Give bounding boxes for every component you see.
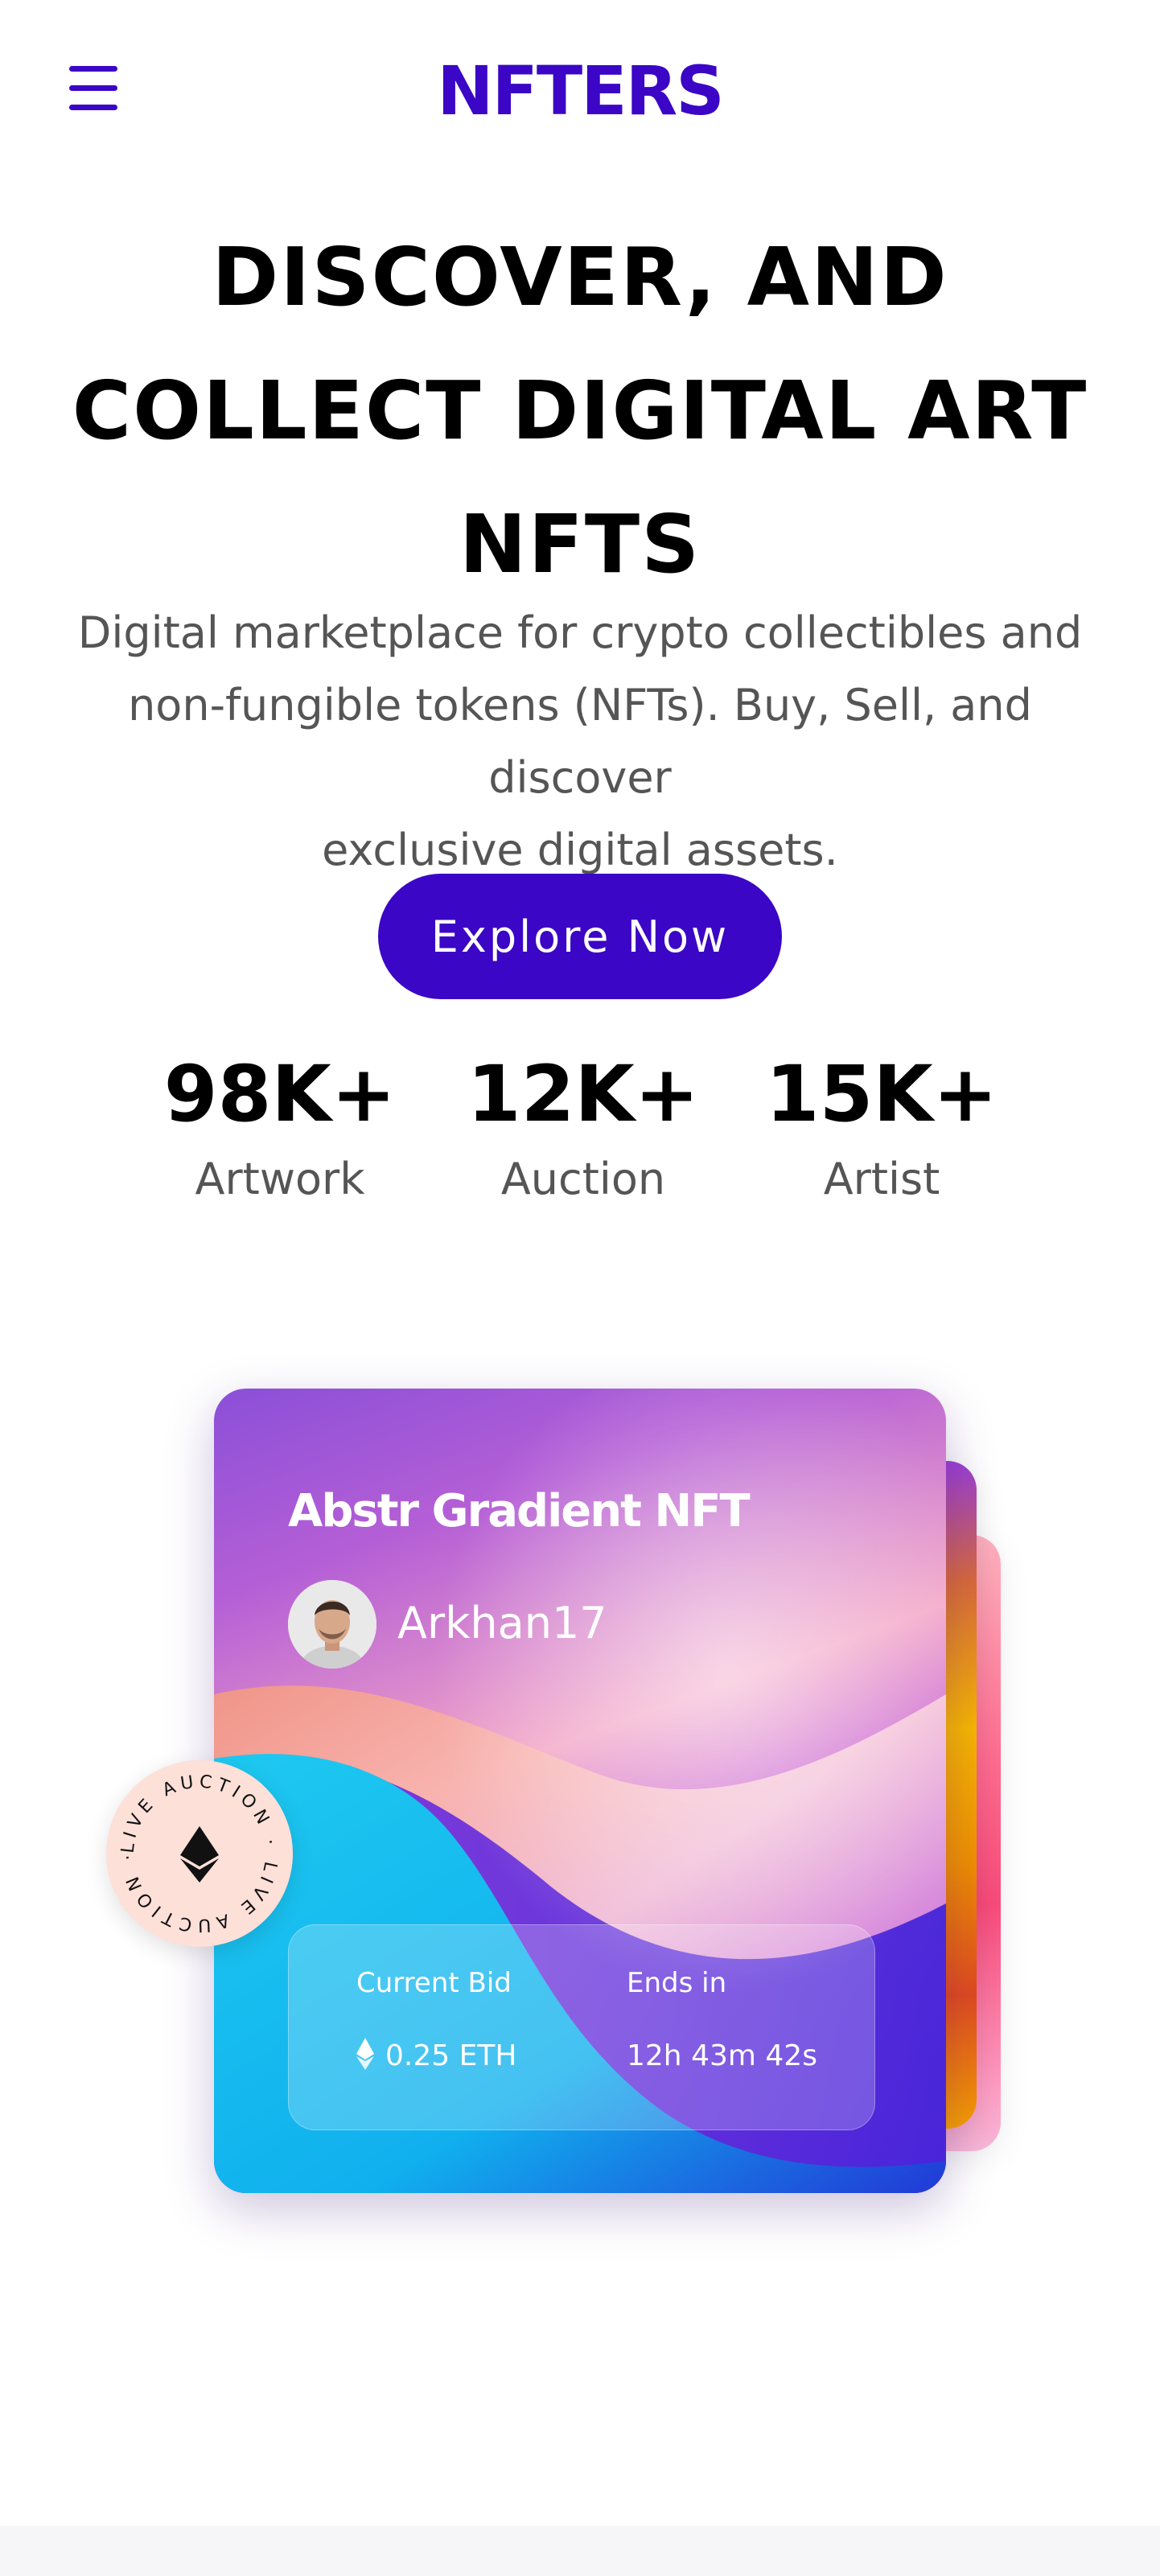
site-logo[interactable]: NFTERS [0,55,1160,127]
stat-auction: 12K+ Auction [430,1046,736,1205]
hero-subtitle-line: exclusive digital assets. [322,825,838,875]
current-bid-value: 0.25 ETH [385,2039,517,2072]
artist-name[interactable]: Arkhan17 [397,1593,607,1654]
ethereum-icon [180,1826,219,1883]
ends-in-countdown: 12h 43m 42s [627,2039,817,2072]
bid-info-panel: Current Bid 0.25 ETH Ends in 12h 43m 42s [288,1924,875,2130]
stat-value: 98K+ [163,1049,397,1139]
hero-title-line: COLLECT DIGITAL ART [72,364,1088,458]
stat-artwork: 98K+ Artwork [127,1046,433,1205]
hero-title-line: NFTS [459,497,701,591]
site-header: NFTERS [0,0,1160,185]
current-bid-label: Current Bid [356,1967,512,1999]
stat-label: Auction [500,1154,666,1204]
stat-label: Artwork [195,1154,365,1204]
stat-value: 12K+ [467,1049,700,1139]
ends-in-label: Ends in [627,1967,727,1999]
hero-title-line: DISCOVER, AND [212,230,948,324]
explore-now-button[interactable]: Explore Now [378,874,782,999]
artist-avatar[interactable] [288,1580,376,1669]
stat-artist: 15K+ Artist [729,1046,1035,1205]
featured-nft-card[interactable]: Abstr Gradient NFT Arkhan17 Current Bid … [214,1389,946,2193]
next-section-edge [0,2526,1160,2576]
live-auction-ring: LIVE AUCTION · LIVE AUCTION · [118,1772,277,1935]
stat-label: Artist [823,1154,940,1204]
avatar-icon [288,1580,376,1669]
hero-subtitle: Digital marketplace for crypto collectib… [32,597,1128,887]
ethereum-icon [356,2038,374,2070]
nft-title: Abstr Gradient NFT [288,1485,751,1537]
hero-subtitle-line: Digital marketplace for crypto collectib… [77,607,1083,658]
live-auction-badge: LIVE AUCTION · LIVE AUCTION · [106,1760,293,1947]
hero-subtitle-line: non-fungible tokens (NFTs). Buy, Sell, a… [128,680,1032,803]
hero-title: DISCOVER, AND COLLECT DIGITAL ART NFTS [16,211,1144,611]
stat-value: 15K+ [765,1049,998,1139]
